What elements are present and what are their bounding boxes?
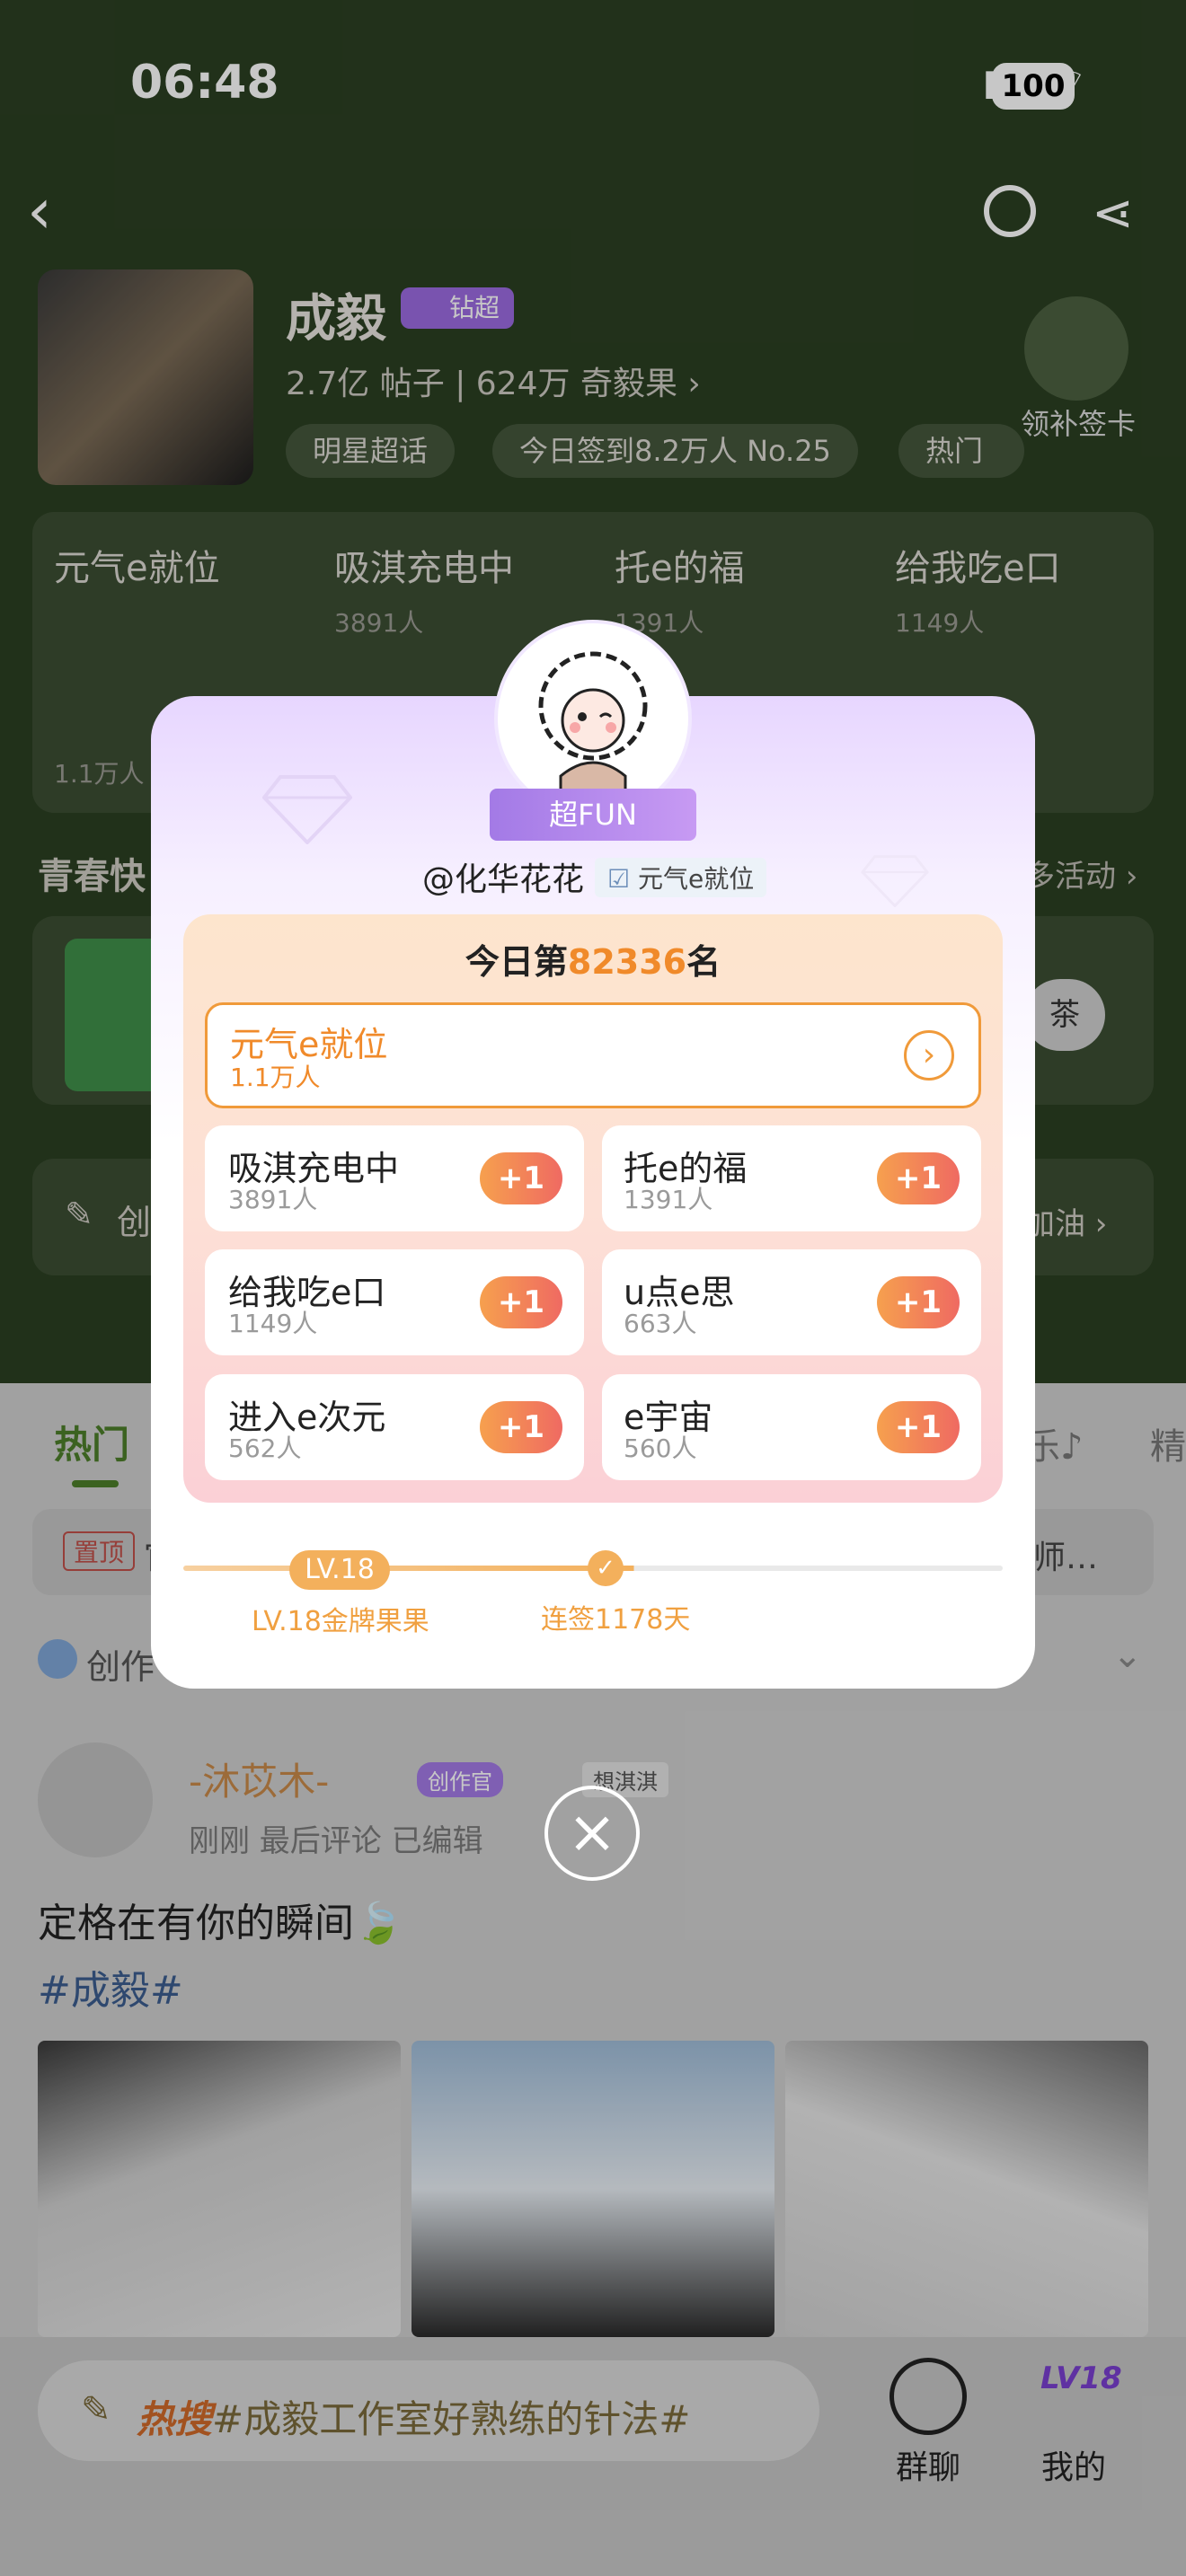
plus-one-button[interactable]: +1 (877, 1152, 960, 1204)
rank-title: 今日第82336名 (183, 934, 1003, 984)
chevron-right-icon[interactable]: › (904, 1030, 954, 1081)
close-icon[interactable]: × (544, 1786, 640, 1881)
level-badge: LV.18 (289, 1550, 390, 1590)
user-avatar (494, 620, 692, 817)
rank-suffix: 名 (686, 942, 721, 982)
slot-count: 1391人 (624, 1185, 713, 1214)
slot-count: 663人 (624, 1309, 697, 1338)
cartoon-avatar-icon (538, 651, 648, 814)
fun-ribbon: 超FUN (490, 789, 696, 841)
plus-one-button[interactable]: +1 (877, 1276, 960, 1328)
streak-label: 连签1178天 (541, 1604, 691, 1636)
selected-slot-count: 1.1万人 (230, 1063, 321, 1092)
diamond-icon (861, 855, 929, 907)
level-label: LV.18金牌果果 (252, 1606, 429, 1637)
plus-one-button[interactable]: +1 (480, 1401, 562, 1453)
plus-one-button[interactable]: +1 (480, 1276, 562, 1328)
plus-one-button[interactable]: +1 (877, 1401, 960, 1453)
slot-count: 560人 (624, 1434, 697, 1463)
modal-user-tag-label: 元气e就位 (638, 864, 755, 894)
slot-count: 562人 (228, 1434, 302, 1463)
modal-user-tag: ☑ 元气e就位 (595, 858, 767, 897)
check-icon: ✓ (588, 1550, 624, 1586)
slot-count: 3891人 (228, 1185, 318, 1214)
rank-prefix: 今日第 (465, 942, 568, 982)
checkbox-icon: ☑ (607, 864, 631, 894)
rank-number: 82336 (567, 942, 687, 982)
plus-one-button[interactable]: +1 (480, 1152, 562, 1204)
diamond-icon (262, 775, 352, 844)
modal-username: @化华花花 (422, 861, 585, 898)
slot-count: 1149人 (228, 1309, 318, 1338)
